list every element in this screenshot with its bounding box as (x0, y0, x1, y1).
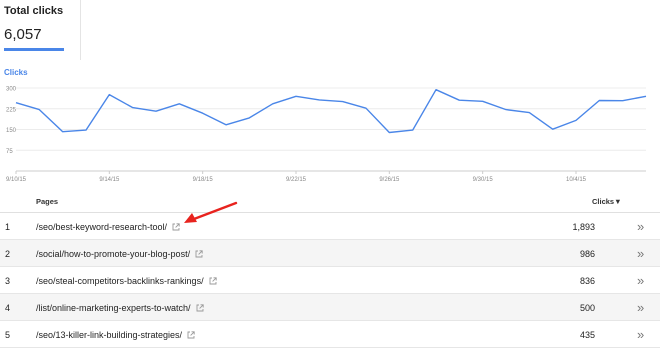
data-point (388, 131, 390, 133)
data-point (621, 100, 623, 102)
data-point (178, 103, 180, 105)
data-point (598, 99, 600, 101)
table-row[interactable]: 4/list/online-marketing-experts-to-watch… (0, 294, 660, 321)
external-link-icon[interactable] (187, 331, 195, 339)
clicks-cell: 1,893 (572, 222, 595, 232)
row-number: 3 (5, 276, 11, 286)
x-tick-label: 9/18/15 (193, 177, 214, 183)
page-cell: /seo/13-killer-link-building-strategies/ (36, 330, 195, 340)
data-point (551, 128, 553, 130)
x-tick-label: 10/4/15 (566, 177, 587, 183)
clicks-line-chart: 300 225 150 75 9/10/15 9/14/15 9/18/15 9/22/15 9… (6, 87, 647, 183)
x-tick-label: 9/26/15 (379, 177, 400, 183)
row-number: 4 (5, 303, 11, 313)
col-pages-header: Pages (36, 197, 59, 206)
table-row[interactable]: 5/seo/13-killer-link-building-strategies… (0, 321, 660, 348)
data-point (458, 99, 460, 101)
data-point (155, 110, 157, 112)
page-cell: /social/how-to-promote-your-blog-post/ (36, 249, 203, 259)
y-tick-label: 150 (6, 128, 17, 134)
data-point (15, 101, 17, 103)
col-clicks-label: Clicks (592, 197, 615, 206)
col-clicks-header[interactable]: Clicks▼ (592, 197, 622, 206)
table-header: Pages Clicks▼ (0, 190, 660, 213)
table-row[interactable]: 2/social/how-to-promote-your-blog-post/9… (0, 240, 660, 267)
clicks-cell: 435 (579, 330, 595, 340)
x-tick-label: 9/10/15 (6, 177, 27, 183)
row-number: 1 (5, 222, 11, 232)
x-tick-label: 9/22/15 (286, 177, 307, 183)
y-tick-label: 300 (6, 87, 17, 93)
data-point (131, 106, 133, 108)
total-clicks-title: Total clicks (4, 5, 64, 17)
drill-down-icon[interactable]: » (637, 300, 644, 315)
table-body: 1/seo/best-keyword-research-tool/1,893» 2… (0, 213, 660, 348)
data-point (61, 131, 63, 133)
page-cell: /list/online-marketing-experts-to-watch/ (36, 303, 204, 313)
page-url-link[interactable]: /list/online-marketing-experts-to-watch/ (36, 303, 191, 313)
clicks-cell: 836 (579, 276, 595, 286)
y-tick-label: 75 (6, 149, 13, 155)
data-point (411, 129, 413, 131)
data-point (108, 93, 110, 95)
y-tick-label: 225 (6, 107, 17, 113)
data-point (341, 100, 343, 102)
data-point (645, 95, 647, 97)
drill-down-icon[interactable]: » (637, 219, 644, 234)
sort-desc-icon: ▼ (614, 197, 622, 206)
row-number: 5 (5, 330, 11, 340)
clicks-cell: 986 (579, 249, 595, 259)
clicks-cell: 500 (579, 303, 595, 313)
data-point (271, 103, 273, 105)
data-point (505, 108, 507, 110)
data-point (435, 88, 437, 90)
data-point (201, 112, 203, 114)
x-tick-label: 9/14/15 (99, 177, 120, 183)
data-point (295, 95, 297, 97)
total-clicks-value: 6,057 (4, 26, 42, 43)
page-cell: /seo/best-keyword-research-tool/ (36, 222, 180, 232)
page-url-link[interactable]: /seo/13-killer-link-building-strategies/ (36, 330, 182, 340)
data-point (248, 117, 250, 119)
table-row[interactable]: 1/seo/best-keyword-research-tool/1,893 » (0, 213, 660, 240)
external-link-icon[interactable] (195, 250, 203, 258)
data-point (85, 129, 87, 131)
page-url-link[interactable]: /seo/best-keyword-research-tool/ (36, 222, 167, 232)
red-arrow-annotation (184, 201, 238, 223)
page-url-link[interactable]: /social/how-to-promote-your-blog-post/ (36, 249, 190, 259)
table-row[interactable]: 3/seo/steal-competitors-backlinks-rankin… (0, 267, 660, 294)
row-number: 2 (5, 249, 11, 259)
external-link-icon[interactable] (196, 304, 204, 312)
external-link-icon[interactable] (209, 277, 217, 285)
selected-metric-indicator (4, 48, 64, 51)
data-point (365, 107, 367, 109)
page-cell: /seo/steal-competitors-backlinks-ranking… (36, 276, 217, 286)
drill-down-icon[interactable]: » (637, 246, 644, 261)
page-url-link[interactable]: /seo/steal-competitors-backlinks-ranking… (36, 276, 204, 286)
data-point (318, 99, 320, 101)
data-point (575, 119, 577, 121)
x-tick-label: 9/30/15 (473, 177, 494, 183)
data-point (481, 100, 483, 102)
data-point (225, 124, 227, 126)
total-clicks-card[interactable]: Total clicks 6,057 (0, 0, 81, 60)
data-point (528, 111, 530, 113)
clicks-series-line (15, 88, 647, 134)
external-link-icon[interactable] (172, 223, 180, 231)
data-point (38, 108, 40, 110)
drill-down-icon[interactable]: » (637, 273, 644, 288)
pages-table: Pages Clicks▼ 1/seo/best-keyword-researc… (0, 190, 660, 348)
